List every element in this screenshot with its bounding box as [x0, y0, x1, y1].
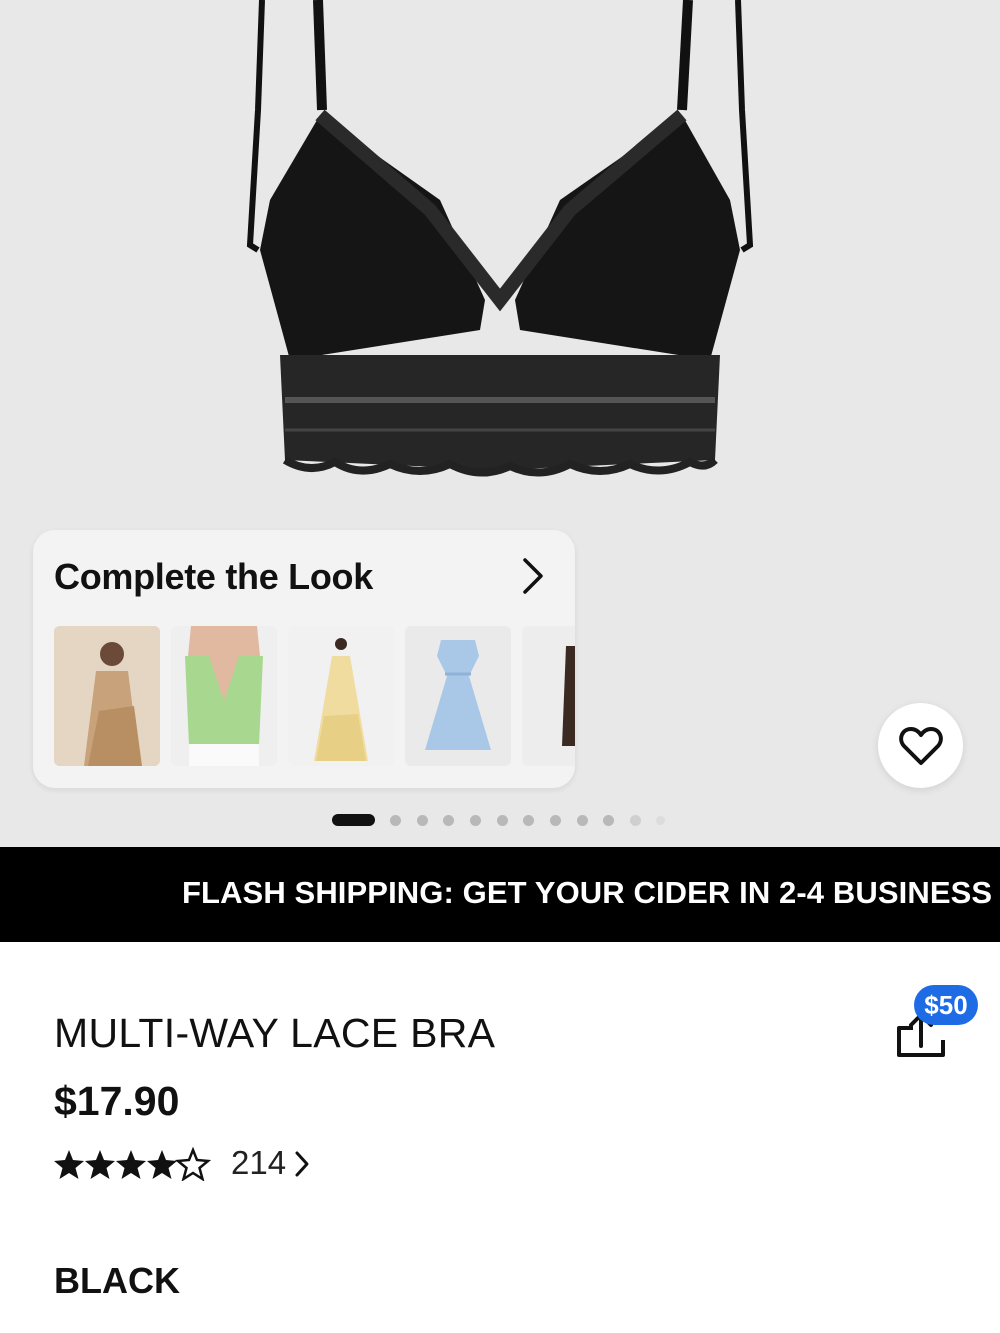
carousel-dot: [656, 816, 665, 825]
complete-the-look-card[interactable]: Complete the Look: [33, 530, 575, 788]
yellow-floral-dress-image[interactable]: [288, 626, 394, 766]
share-reward-badge[interactable]: $50: [914, 985, 978, 1025]
carousel-dot: [603, 815, 614, 826]
carousel-dot: [417, 815, 428, 826]
carousel-dot: [443, 815, 454, 826]
carousel-dot: [470, 815, 481, 826]
product-hero[interactable]: Complete the Look: [0, 0, 1000, 847]
blue-midi-dress-image[interactable]: [405, 626, 511, 766]
brown-slip-dress-image[interactable]: [522, 626, 575, 766]
complete-the-look-title: Complete the Look: [54, 556, 373, 597]
shipping-banner-text: FLASH SHIPPING: GET YOUR CIDER IN 2-4 BU…: [182, 875, 1000, 910]
star-full-icon: [54, 1150, 84, 1179]
chevron-right-icon[interactable]: [292, 1150, 312, 1178]
carousel-dot: [630, 815, 641, 826]
look-thumbnail-list: [54, 626, 575, 766]
rating-stars[interactable]: [54, 1147, 214, 1181]
product-price: $17.90: [54, 1078, 180, 1124]
shipping-banner: FLASH SHIPPING: GET YOUR CIDER IN 2-4 BU…: [0, 847, 1000, 942]
carousel-dot: [577, 815, 588, 826]
star-full-icon: [116, 1150, 146, 1179]
review-count[interactable]: 214: [231, 1144, 286, 1182]
star-half-icon: [176, 1148, 210, 1181]
product-title: MULTI-WAY LACE BRA: [54, 1010, 496, 1056]
carousel-dot: [390, 815, 401, 826]
star-full-icon: [147, 1150, 177, 1179]
model-sequin-dress-image[interactable]: [54, 626, 160, 766]
product-image[interactable]: [230, 0, 770, 490]
model-green-gingham-top-image[interactable]: [171, 626, 277, 766]
carousel-dot: [497, 815, 508, 826]
chevron-right-icon[interactable]: [517, 556, 549, 596]
heart-icon: [898, 726, 943, 765]
carousel-dot: [550, 815, 561, 826]
color-label: BLACK: [54, 1260, 180, 1301]
carousel-dot-active: [332, 814, 375, 826]
star-full-icon: [85, 1150, 115, 1179]
wishlist-button[interactable]: [878, 703, 963, 788]
carousel-indicator: [332, 813, 672, 827]
carousel-dot: [523, 815, 534, 826]
